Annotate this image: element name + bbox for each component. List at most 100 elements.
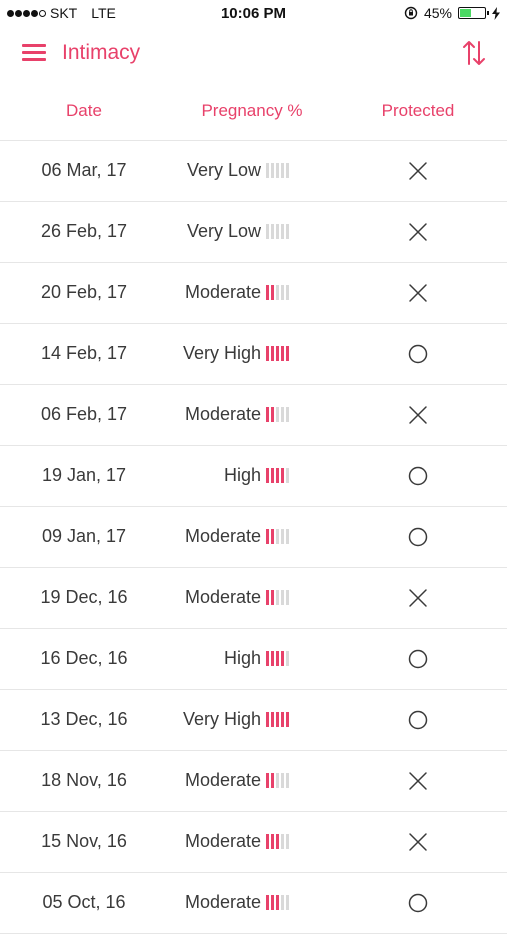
level-bar [286, 834, 289, 849]
level-bar [266, 468, 269, 483]
pregnancy-level-bars [266, 895, 289, 911]
row-date: 06 Feb, 17 [40, 404, 128, 424]
cross-icon [408, 588, 428, 608]
level-bar [271, 834, 274, 849]
cross-icon [408, 161, 428, 181]
row-pregnancy: Very Low [187, 160, 289, 181]
level-bar [266, 895, 269, 910]
row-date: 18 Nov, 16 [41, 770, 127, 790]
level-bar [276, 163, 279, 178]
sort-button[interactable] [461, 38, 487, 68]
row-pregnancy: High [224, 648, 289, 669]
row-pregnancy: Very Low [187, 221, 289, 242]
pregnancy-level-bars [266, 407, 289, 423]
pregnancy-level-bars [266, 285, 289, 301]
level-bar [286, 224, 289, 239]
pregnancy-level-label: Moderate [184, 526, 261, 546]
cross-icon [408, 405, 428, 425]
pregnancy-level-label: High [223, 648, 261, 668]
level-bar [271, 346, 274, 361]
table-row[interactable]: 14 Feb, 17 Very High [0, 324, 507, 385]
row-date: 16 Dec, 16 [40, 648, 128, 668]
circle-icon [408, 710, 428, 730]
pregnancy-level-label: Moderate [184, 831, 261, 851]
level-bar [266, 773, 269, 788]
level-bar [266, 712, 269, 727]
circle-icon [408, 649, 428, 669]
table-row[interactable]: 06 Mar, 17 Very Low [0, 141, 507, 202]
row-pregnancy: Very High [183, 709, 289, 730]
level-bar [271, 895, 274, 910]
row-pregnancy: Moderate [185, 526, 289, 547]
cross-icon [408, 222, 428, 242]
level-bar [281, 163, 284, 178]
level-bar [276, 590, 279, 605]
row-date: 13 Dec, 16 [40, 709, 128, 729]
level-bar [276, 224, 279, 239]
circle-icon [408, 527, 428, 547]
table-row[interactable]: 09 Jan, 17 Moderate [0, 507, 507, 568]
level-bar [281, 834, 284, 849]
column-header-protected[interactable]: Protected [360, 101, 476, 121]
circle-icon [408, 893, 428, 913]
table-row[interactable]: 19 Dec, 16 Moderate [0, 568, 507, 629]
row-date: 06 Mar, 17 [41, 160, 127, 180]
level-bar [281, 529, 284, 544]
table-row[interactable]: 13 Dec, 16 Very High [0, 690, 507, 751]
level-bar [286, 590, 289, 605]
row-pregnancy: Very High [183, 343, 289, 364]
pregnancy-level-label: Moderate [184, 404, 261, 424]
app-bar: Intimacy [0, 28, 507, 80]
column-header-pregnancy[interactable]: Pregnancy % [172, 101, 332, 121]
level-bar [276, 468, 279, 483]
level-bar [271, 712, 274, 727]
level-bar [276, 773, 279, 788]
battery-percent: 45% [423, 5, 452, 21]
table-row[interactable]: 18 Nov, 16 Moderate [0, 751, 507, 812]
level-bar [281, 712, 284, 727]
level-bar [286, 651, 289, 666]
orientation-lock-icon [404, 6, 418, 20]
level-bar [286, 712, 289, 727]
pregnancy-level-label: Moderate [184, 587, 261, 607]
row-date: 05 Oct, 16 [42, 892, 126, 912]
table-row[interactable]: 19 Jan, 17 High [0, 446, 507, 507]
level-bar [276, 651, 279, 666]
pregnancy-level-label: Very Low [186, 221, 261, 241]
level-bar [281, 651, 284, 666]
cross-icon [408, 283, 428, 303]
pregnancy-level-bars [266, 529, 289, 545]
level-bar [266, 285, 269, 300]
level-bar [271, 590, 274, 605]
level-bar [266, 529, 269, 544]
column-header-date[interactable]: Date [34, 101, 134, 121]
pregnancy-level-bars [266, 773, 289, 789]
level-bar [266, 163, 269, 178]
charging-bolt-icon [492, 6, 500, 20]
table-row[interactable]: 20 Feb, 17 Moderate [0, 263, 507, 324]
table-row[interactable]: 26 Feb, 17 Very Low [0, 202, 507, 263]
row-pregnancy: Moderate [185, 770, 289, 791]
level-bar [281, 468, 284, 483]
level-bar [276, 529, 279, 544]
level-bar [271, 773, 274, 788]
pregnancy-level-bars [266, 590, 289, 606]
table-header: Date Pregnancy % Protected [0, 82, 507, 141]
table-row[interactable]: 06 Feb, 17 Moderate [0, 385, 507, 446]
row-date: 14 Feb, 17 [40, 343, 128, 363]
level-bar [271, 285, 274, 300]
table-row[interactable]: 15 Nov, 16 Moderate [0, 812, 507, 873]
page-title: Intimacy [62, 41, 141, 64]
row-date: 15 Nov, 16 [41, 831, 127, 851]
level-bar [286, 529, 289, 544]
pregnancy-level-bars [266, 468, 289, 484]
level-bar [281, 285, 284, 300]
table-row[interactable]: 16 Dec, 16 High [0, 629, 507, 690]
table-row[interactable]: 05 Oct, 16 Moderate [0, 873, 507, 934]
level-bar [281, 590, 284, 605]
level-bar [281, 773, 284, 788]
row-date: 26 Feb, 17 [40, 221, 128, 241]
row-date: 19 Jan, 17 [41, 465, 127, 485]
menu-button[interactable] [20, 38, 48, 66]
pregnancy-level-label: Very Low [186, 160, 261, 180]
